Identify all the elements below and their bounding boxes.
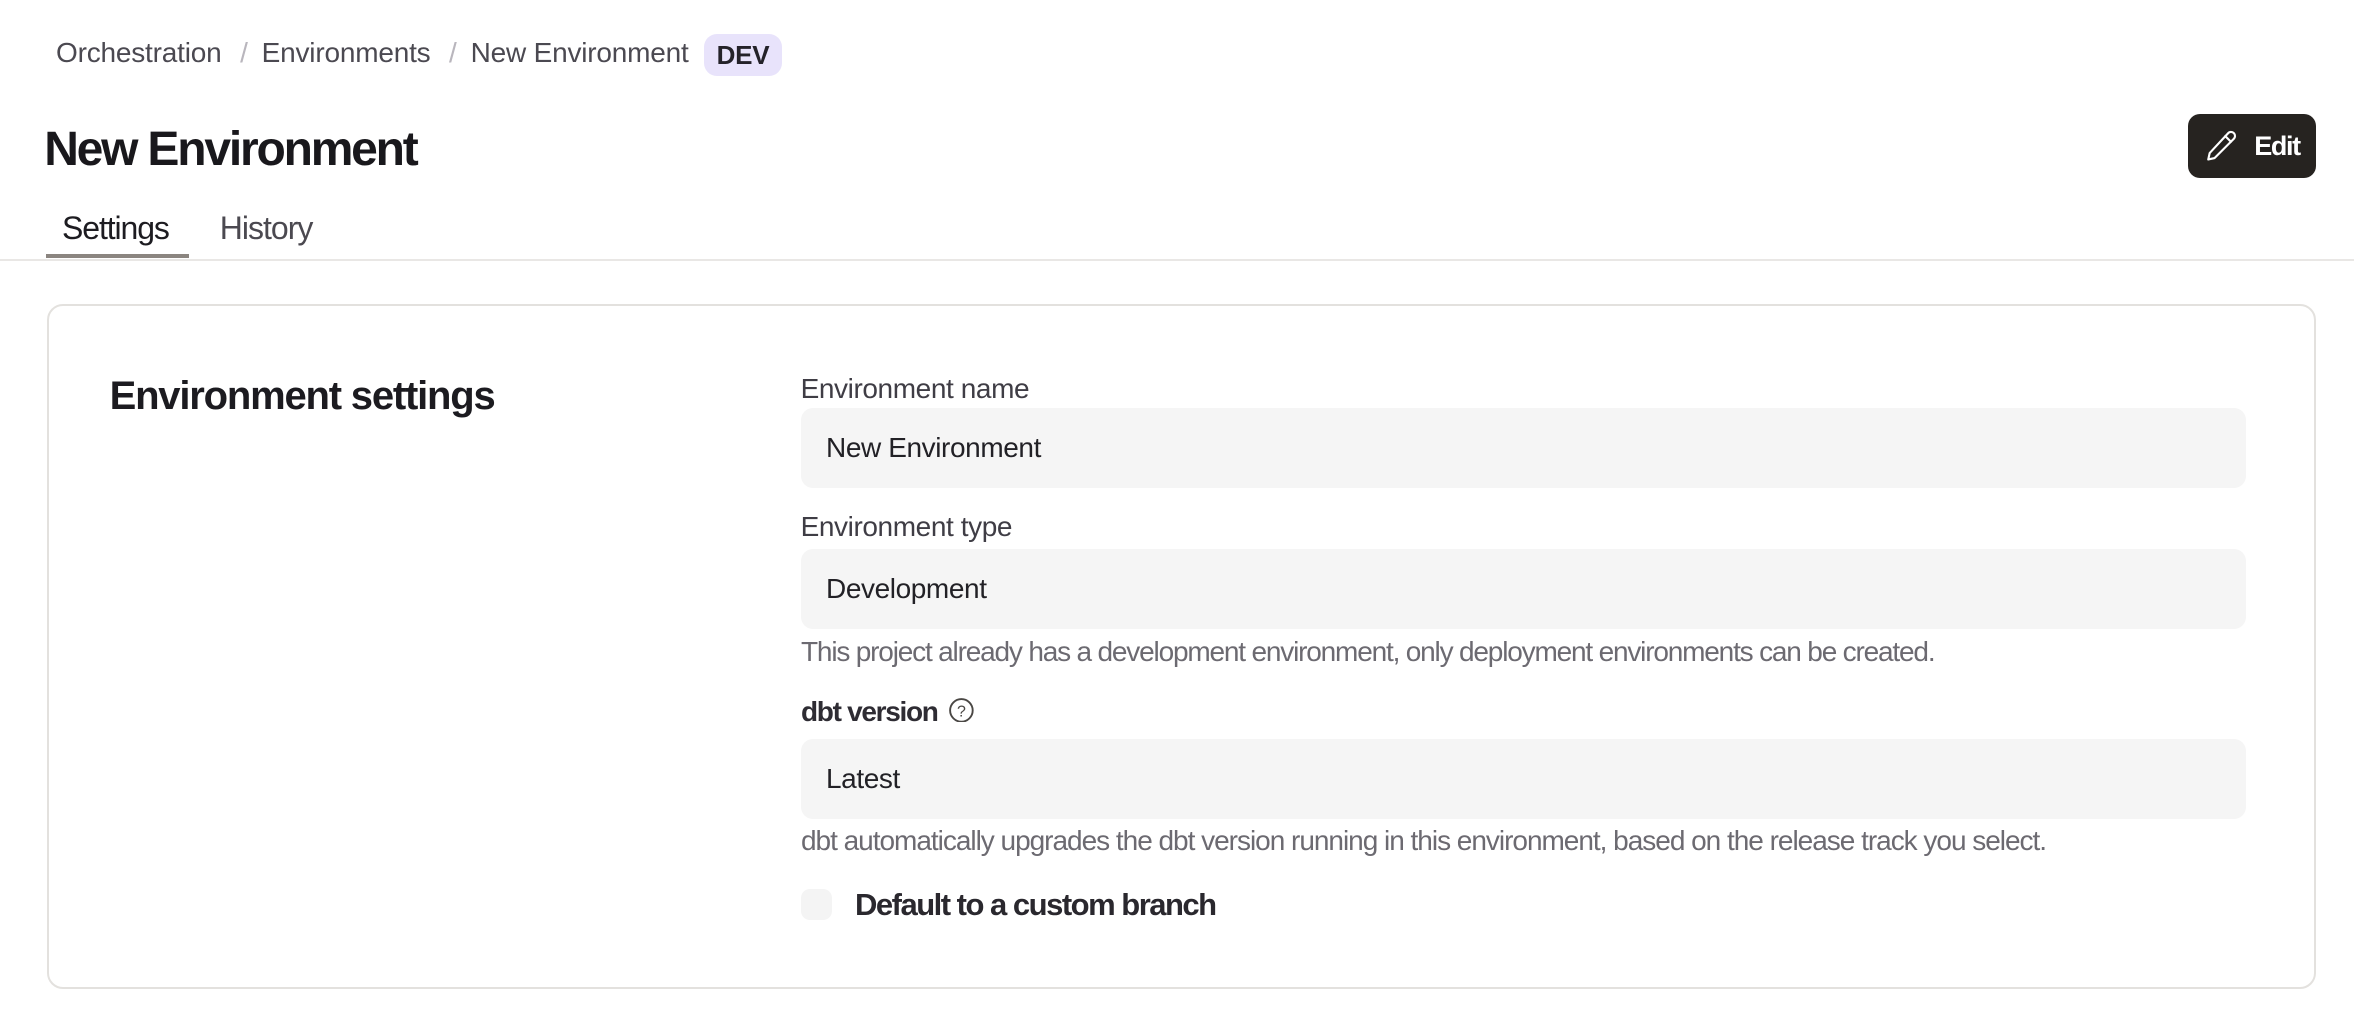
svg-text:?: ?: [957, 703, 966, 720]
